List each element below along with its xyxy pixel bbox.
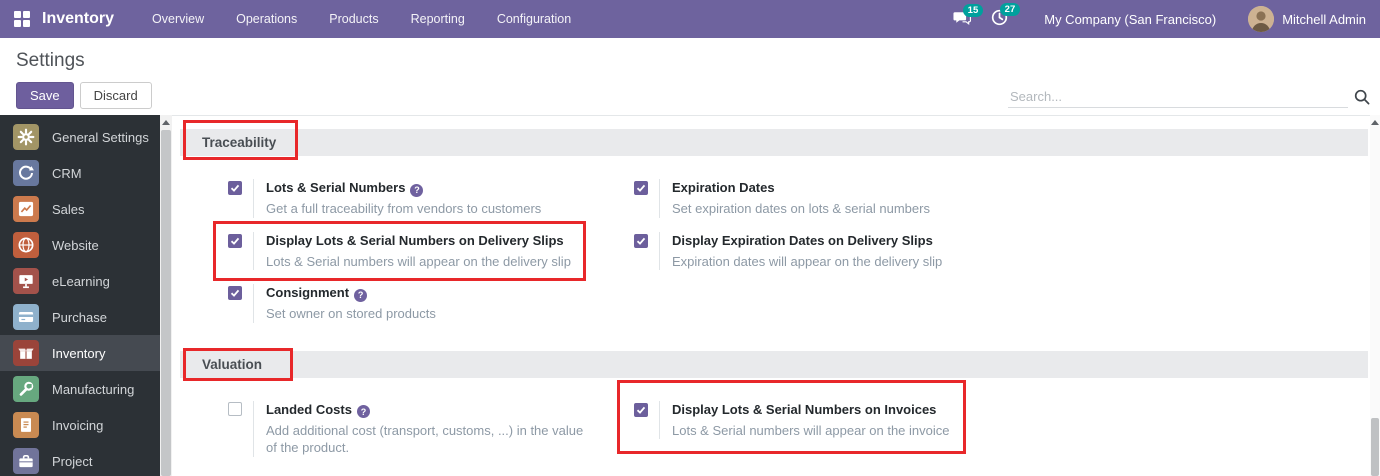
setting-display-lots-delivery-slips: Display Lots & Serial Numbers on Deliver… <box>228 232 634 271</box>
gear-icon <box>13 124 39 150</box>
sidebar-item-manufacturing[interactable]: Manufacturing <box>0 371 160 407</box>
settings-panel: Traceability Lots & Serial Numbers? Get … <box>172 115 1370 476</box>
sidebar-item-project[interactable]: Project <box>0 443 160 476</box>
menu-overview[interactable]: Overview <box>140 6 216 32</box>
search-icon[interactable] <box>1354 89 1370 105</box>
messages-button[interactable]: 15 <box>949 6 981 33</box>
apps-menu-icon[interactable] <box>14 11 30 27</box>
wrench-icon <box>13 376 39 402</box>
menu-products[interactable]: Products <box>317 6 390 32</box>
annotation-box-display-lots-delivery: Display Lots & Serial Numbers on Deliver… <box>213 221 586 282</box>
app-name[interactable]: Inventory <box>42 10 114 28</box>
setting-description: Get a full traceability from vendors to … <box>266 200 541 218</box>
sidebar-item-sales[interactable]: Sales <box>0 191 160 227</box>
activities-count-badge: 27 <box>1000 3 1021 16</box>
consignment-checkbox[interactable] <box>228 286 242 300</box>
setting-display-expiration-delivery-slips: Display Expiration Dates on Delivery Sli… <box>634 232 1368 271</box>
main-scrollbar[interactable] <box>1370 115 1380 476</box>
menu-reporting[interactable]: Reporting <box>399 6 477 32</box>
search-box <box>1008 86 1370 108</box>
setting-description: Add additional cost (transport, customs,… <box>266 422 591 457</box>
section-header-traceability: Traceability <box>180 129 1368 156</box>
sidebar-scrollbar[interactable] <box>160 115 172 476</box>
discard-button[interactable]: Discard <box>80 82 152 109</box>
box-icon <box>13 340 39 366</box>
user-menu[interactable]: Mitchell Admin <box>1248 6 1370 32</box>
display-lots-delivery-checkbox[interactable] <box>228 234 242 248</box>
sidebar-item-inventory[interactable]: Inventory <box>0 335 160 371</box>
setting-lots-serial-numbers: Lots & Serial Numbers? Get a full tracea… <box>228 179 634 218</box>
lots-serial-numbers-checkbox[interactable] <box>228 181 242 195</box>
display-expiration-delivery-checkbox[interactable] <box>634 234 648 248</box>
user-avatar <box>1248 6 1274 32</box>
help-icon[interactable]: ? <box>410 184 423 197</box>
section-title: Valuation <box>202 357 262 372</box>
setting-description: Lots & Serial numbers will appear on the… <box>672 422 949 440</box>
user-name: Mitchell Admin <box>1282 12 1366 27</box>
setting-description: Set expiration dates on lots & serial nu… <box>672 200 930 218</box>
inventory-settings-screen: Inventory Overview Operations Products R… <box>0 0 1380 476</box>
activities-button[interactable]: 27 <box>987 5 1018 33</box>
sales-chart-icon <box>13 196 39 222</box>
top-navbar: Inventory Overview Operations Products R… <box>0 0 1380 38</box>
scroll-up-arrow-icon[interactable] <box>1370 115 1380 129</box>
menu-configuration[interactable]: Configuration <box>485 6 583 32</box>
landed-costs-checkbox[interactable] <box>228 402 242 416</box>
search-input[interactable] <box>1008 86 1348 108</box>
sidebar-scrollbar-thumb[interactable] <box>161 130 171 476</box>
help-icon[interactable]: ? <box>357 405 370 418</box>
messages-count-badge: 15 <box>963 4 984 17</box>
crm-icon <box>13 160 39 186</box>
menu-operations[interactable]: Operations <box>224 6 309 32</box>
setting-description: Lots & Serial numbers will appear on the… <box>266 253 571 271</box>
main-scrollbar-thumb[interactable] <box>1371 418 1379 476</box>
expiration-dates-checkbox[interactable] <box>634 181 648 195</box>
control-panel: Settings Save Discard <box>0 38 1380 115</box>
setting-display-lots-invoices: Display Lots & Serial Numbers on Invoice… <box>634 401 1368 457</box>
setting-description: Expiration dates will appear on the deli… <box>672 253 942 271</box>
setting-description: Set owner on stored products <box>266 305 436 323</box>
main-menu: Overview Operations Products Reporting C… <box>140 6 583 32</box>
globe-icon <box>13 232 39 258</box>
save-button[interactable]: Save <box>16 82 74 109</box>
sidebar-item-elearning[interactable]: eLearning <box>0 263 160 299</box>
company-switcher[interactable]: My Company (San Francisco) <box>1044 12 1216 27</box>
invoice-icon <box>13 412 39 438</box>
section-header-valuation: Valuation <box>180 351 1368 378</box>
sidebar-item-website[interactable]: Website <box>0 227 160 263</box>
sidebar-item-purchase[interactable]: Purchase <box>0 299 160 335</box>
help-icon[interactable]: ? <box>354 289 367 302</box>
scroll-up-arrow-icon[interactable] <box>160 115 172 129</box>
settings-sidebar: General Settings CRM Sales Website <box>0 115 160 476</box>
sidebar-item-invoicing[interactable]: Invoicing <box>0 407 160 443</box>
setting-expiration-dates: Expiration Dates Set expiration dates on… <box>634 179 1368 218</box>
annotation-box-display-lots-invoices: Display Lots & Serial Numbers on Invoice… <box>617 380 966 455</box>
setting-landed-costs: Landed Costs? Add additional cost (trans… <box>228 401 634 457</box>
credit-card-icon <box>13 304 39 330</box>
section-title: Traceability <box>202 135 276 150</box>
sidebar-item-general-settings[interactable]: General Settings <box>0 119 160 155</box>
sidebar-item-crm[interactable]: CRM <box>0 155 160 191</box>
presentation-icon <box>13 268 39 294</box>
display-lots-invoices-checkbox[interactable] <box>634 403 648 417</box>
briefcase-icon <box>13 448 39 474</box>
page-title: Settings <box>16 50 1364 72</box>
setting-consignment: Consignment? Set owner on stored product… <box>228 284 634 323</box>
